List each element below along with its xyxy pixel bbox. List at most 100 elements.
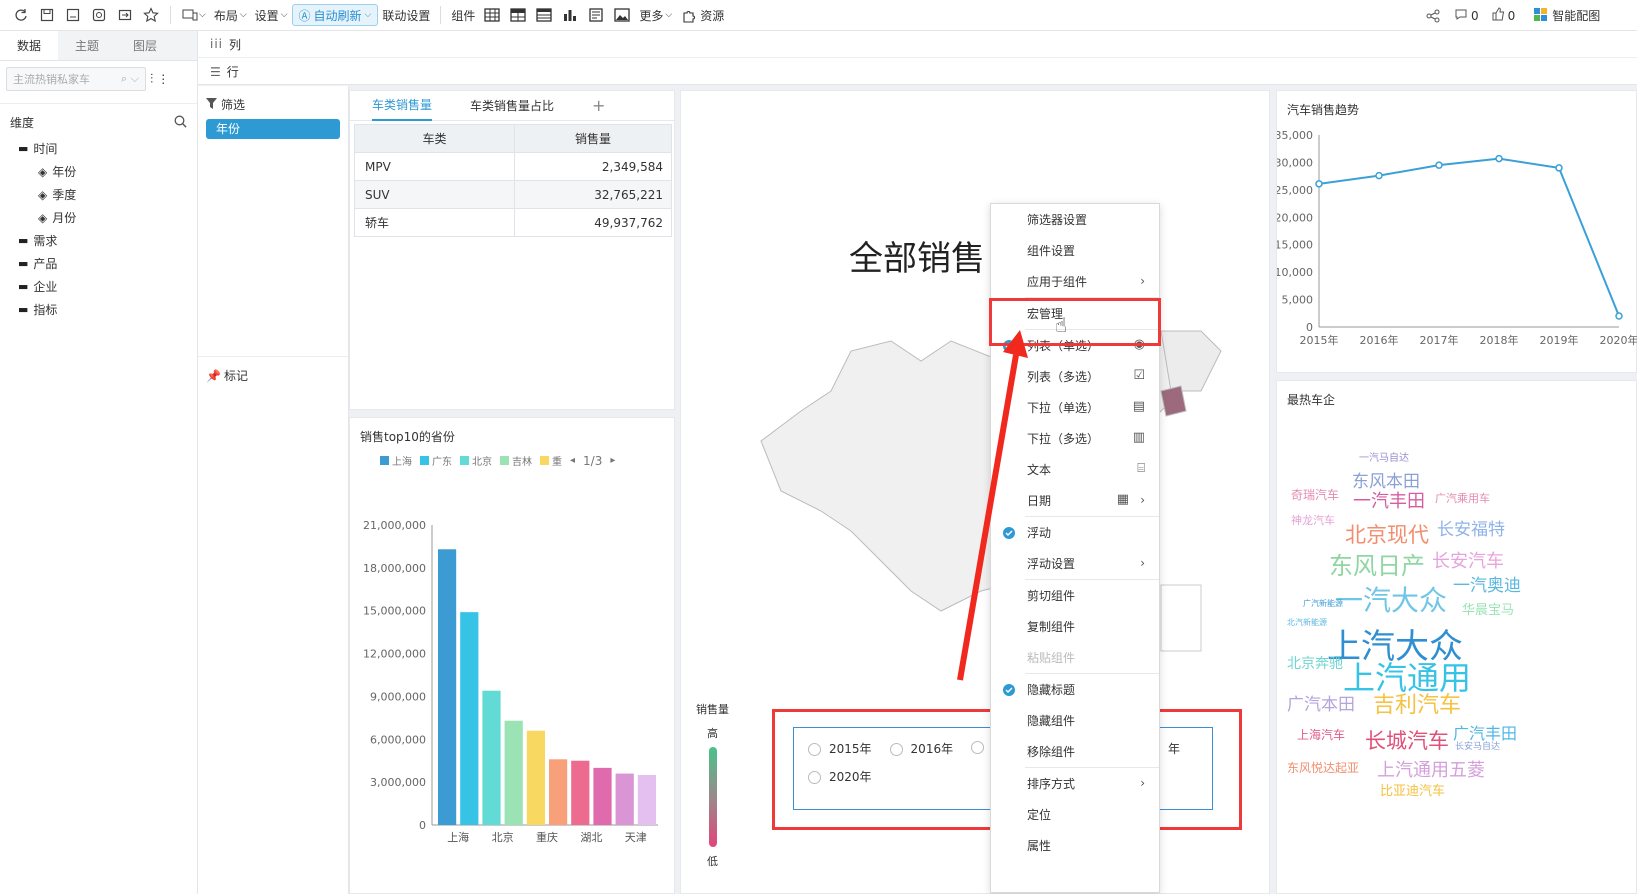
search-icon[interactable] <box>174 115 187 131</box>
bar[interactable] <box>504 720 523 825</box>
linkage-settings-button[interactable]: 联动设置 <box>378 3 434 27</box>
filter-tag-year[interactable]: 年份 <box>206 119 340 139</box>
smart-config-button[interactable]: 智能配图 <box>1529 4 1604 28</box>
tab-theme[interactable]: 主题 <box>58 31 116 60</box>
tree-folder[interactable]: ▬ 企业 <box>18 275 197 298</box>
menu-item[interactable]: 隐藏标题 <box>991 674 1159 705</box>
like-button[interactable]: 0 <box>1487 4 1520 28</box>
menu-item[interactable]: 移除组件 <box>991 736 1159 767</box>
legend-item[interactable]: 北京 <box>460 453 492 468</box>
data-point[interactable] <box>1555 164 1563 172</box>
cloud-word[interactable]: 一汽马自达 <box>1359 449 1409 464</box>
prev-page-icon[interactable]: ◂ <box>570 455 575 466</box>
table-card[interactable]: 车类销售量 车类销售量占比 + 车类 销售量 MPV 2,349,584 SUV 32… <box>349 90 675 410</box>
legend-item[interactable]: 重 <box>540 453 562 468</box>
cloud-word[interactable]: 比亚迪汽车 <box>1380 780 1445 799</box>
bar[interactable] <box>593 767 612 825</box>
more-menu[interactable]: 更多 ⌵ <box>635 3 676 27</box>
tree-field[interactable]: ◈ 年份 <box>18 160 197 183</box>
table-header[interactable]: 销售量 <box>514 124 672 153</box>
bar[interactable] <box>526 730 545 825</box>
bar[interactable] <box>615 773 634 825</box>
tab-data[interactable]: 数据 <box>0 31 58 60</box>
menu-item[interactable]: 文本 ⌸ <box>991 454 1159 485</box>
menu-item[interactable]: 剪切组件 <box>991 580 1159 611</box>
tab-vehicle-sales-share[interactable]: 车类销售量占比 <box>470 97 554 114</box>
bar[interactable] <box>571 760 590 825</box>
cloud-word[interactable]: 上海汽车 <box>1297 726 1345 743</box>
table-row[interactable]: 轿车 49,937,762 <box>354 208 672 237</box>
save-as-icon[interactable] <box>60 3 86 27</box>
cloud-word[interactable]: 广汽乘用车 <box>1435 490 1490 506</box>
menu-item[interactable]: 日期 ▦ › <box>991 485 1159 516</box>
cloud-word[interactable]: 东风日产 <box>1329 546 1425 581</box>
cloud-word[interactable]: 北京现代 <box>1345 519 1429 549</box>
preview-icon[interactable] <box>86 3 112 27</box>
cloud-word[interactable]: 广汽本田 <box>1287 690 1355 715</box>
tree-folder[interactable]: ▬ 需求 <box>18 229 197 252</box>
menu-item[interactable]: 隐藏组件 <box>991 705 1159 736</box>
cloud-word[interactable]: 一汽丰田 <box>1353 487 1425 513</box>
legend-item[interactable]: 吉林 <box>500 453 532 468</box>
auto-refresh-button[interactable]: Ⓐ 自动刷新 ⌵ <box>291 4 379 26</box>
image-icon[interactable] <box>609 3 635 27</box>
year-option[interactable]: 2020年 <box>808 768 872 785</box>
cloud-word[interactable]: 长安汽车 <box>1432 547 1504 573</box>
data-point[interactable] <box>1495 154 1503 163</box>
cloud-word[interactable]: 东风悦达起亚 <box>1287 759 1359 776</box>
cloud-word[interactable]: 华晨宝马 <box>1462 599 1514 618</box>
menu-item[interactable]: 下拉（多选） ▥ <box>991 423 1159 454</box>
menu-item[interactable]: 列表（多选） ☑ <box>991 361 1159 392</box>
dataset-select[interactable]: 主流热销私家车 ⌕ ⌵ <box>6 67 146 91</box>
resource-button[interactable]: 资源 <box>676 3 728 27</box>
table-header[interactable]: 车类 <box>354 124 515 153</box>
refresh-icon[interactable] <box>8 3 34 27</box>
crosstab-icon[interactable] <box>505 3 531 27</box>
menu-item[interactable]: 复制组件 <box>991 611 1159 642</box>
menu-item[interactable]: 排序方式 › <box>991 768 1159 799</box>
menu-item[interactable]: 定位 <box>991 799 1159 830</box>
tab-layers[interactable]: 图层 <box>116 31 174 60</box>
bar[interactable] <box>637 775 656 825</box>
tab-vehicle-sales[interactable]: 车类销售量 <box>372 91 433 121</box>
more-options-icon[interactable]: ⋮ <box>157 72 169 86</box>
menu-item[interactable]: 筛选器设置 <box>991 204 1159 235</box>
menu-item[interactable]: 应用于组件 › <box>991 266 1159 297</box>
table-row[interactable]: MPV 2,349,584 <box>354 152 672 181</box>
data-point[interactable] <box>1435 161 1443 169</box>
map-region-highlight[interactable] <box>1160 385 1187 417</box>
cloud-word[interactable]: 一汽大众 <box>1335 579 1447 619</box>
cloud-word[interactable]: 北京奔驰 <box>1287 653 1343 673</box>
cloud-word[interactable]: 一汽奥迪 <box>1453 571 1521 596</box>
settings-menu[interactable]: 设置 ⌵ <box>251 3 292 27</box>
save-icon[interactable] <box>34 3 60 27</box>
tree-folder[interactable]: ▬ 时间 <box>18 137 197 160</box>
filter-icon[interactable]: ⫶ <box>150 72 153 87</box>
menu-item[interactable]: 列表（单选） ◉ <box>991 330 1159 361</box>
legend-item[interactable]: 上海 <box>380 453 412 468</box>
tree-folder[interactable]: ▬ 指标 <box>18 298 197 321</box>
map-card[interactable]: 全部销售 销售量 高 低 2015年 2016年 20 年 2020年 <box>680 90 1270 894</box>
text-component-icon[interactable] <box>583 3 609 27</box>
menu-item[interactable]: 属性 <box>991 830 1159 861</box>
device-icon[interactable]: ⌵ <box>177 3 210 27</box>
column-shelf[interactable]: iii 列 <box>198 31 1637 58</box>
year-option[interactable]: 2015年 <box>808 740 872 757</box>
star-icon[interactable] <box>138 3 164 27</box>
cloud-word[interactable]: 上汽通用五菱 <box>1377 756 1485 782</box>
bar[interactable] <box>549 759 568 825</box>
cloud-word[interactable]: 吉利汽车 <box>1373 687 1461 719</box>
row-shelf[interactable]: ☰ 行 <box>198 58 1637 85</box>
cloud-word[interactable]: 长安福特 <box>1437 515 1505 540</box>
bar-chart-card[interactable]: 销售top10的省份 上海 广东 北京 吉林重 ◂ 1/3 ▸ 0 3,000,000 6,00… <box>349 417 675 894</box>
menu-item[interactable]: 浮动设置 › <box>991 548 1159 579</box>
layout-menu[interactable]: 布局 ⌵ <box>210 3 251 27</box>
menu-item[interactable]: 下拉（单选） ▤ <box>991 392 1159 423</box>
next-page-icon[interactable]: ▸ <box>610 455 615 466</box>
table-row[interactable]: SUV 32,765,221 <box>354 180 672 209</box>
cloud-word[interactable]: 北汽新能源 <box>1287 617 1327 628</box>
bar[interactable] <box>460 612 479 825</box>
bar[interactable] <box>438 549 457 825</box>
bar-chart-icon[interactable] <box>557 3 583 27</box>
detail-table-icon[interactable] <box>531 3 557 27</box>
